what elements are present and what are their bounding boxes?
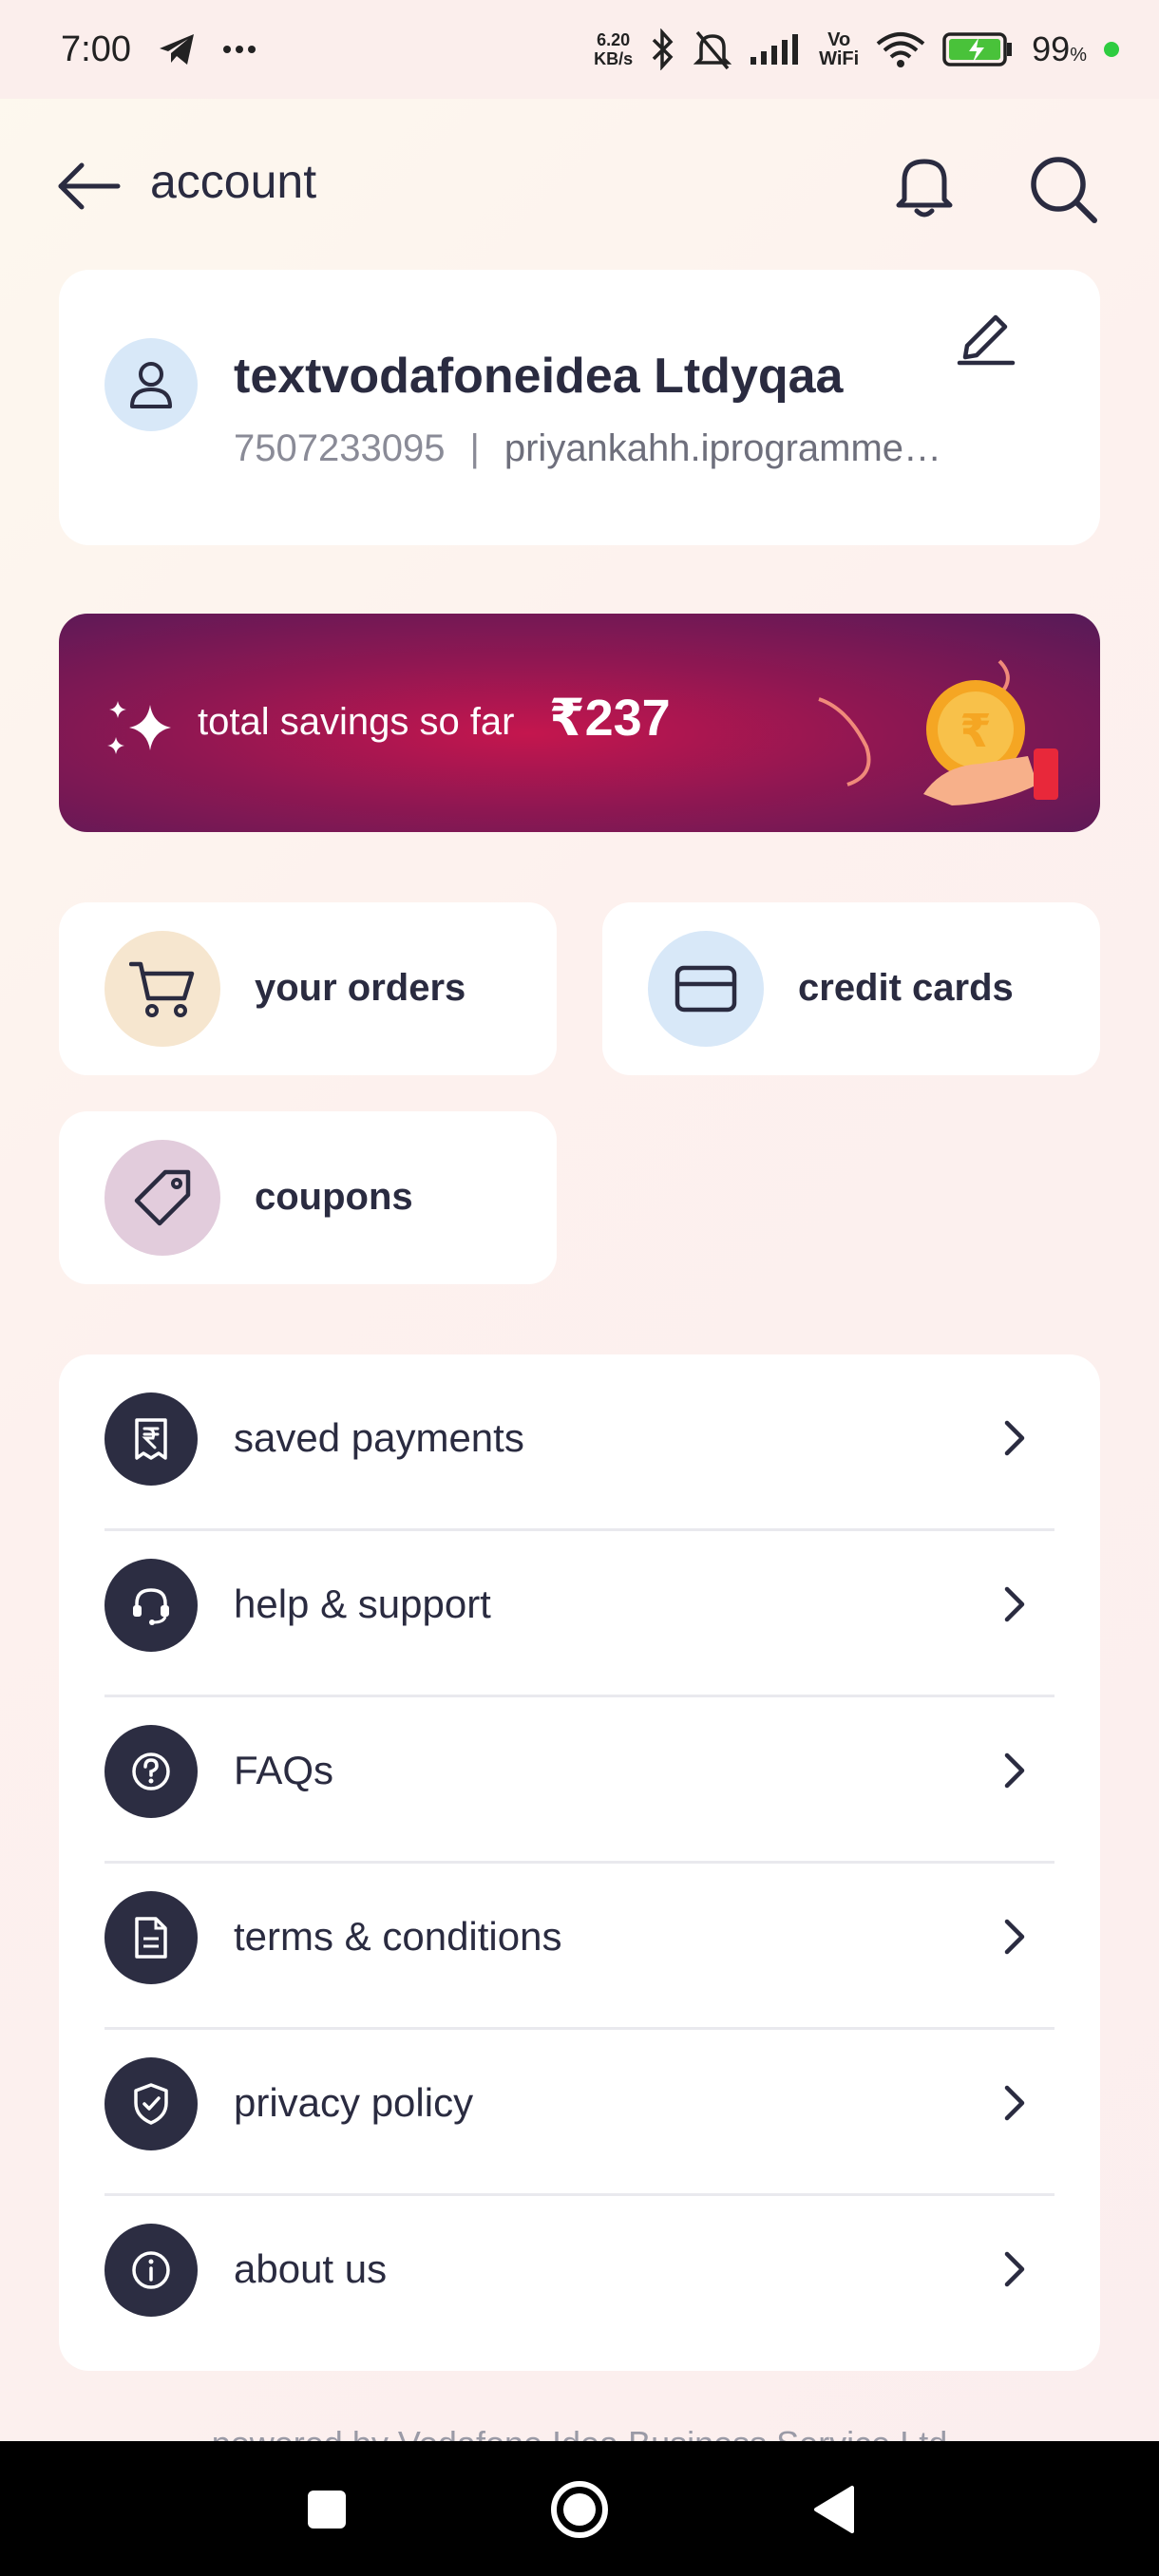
coupons-label: coupons xyxy=(255,1176,413,1218)
orders-icon-wrap xyxy=(104,931,220,1047)
menu-item-label: terms & conditions xyxy=(234,1914,562,1959)
bluetooth-icon xyxy=(652,28,674,70)
your-orders-tile[interactable]: your orders xyxy=(59,902,557,1075)
document-icon xyxy=(104,1891,198,1984)
profile-name: textvodafoneidea Ltdyqaa xyxy=(234,349,844,404)
menu-item-faqs[interactable]: FAQs xyxy=(59,1687,1100,1853)
credit-cards-tile[interactable]: credit cards xyxy=(602,902,1100,1075)
square-icon xyxy=(308,2491,346,2529)
user-icon xyxy=(130,362,172,408)
network-speed: 6.20 KB/s xyxy=(594,30,634,68)
chevron-right-icon xyxy=(1004,1586,1025,1622)
headset-icon xyxy=(104,1559,198,1652)
back-arrow-icon[interactable] xyxy=(55,160,122,213)
page-title: account xyxy=(150,155,317,208)
info-icon xyxy=(104,2224,198,2317)
menu-item-about-us[interactable]: about us xyxy=(59,2186,1100,2352)
wifi-icon xyxy=(876,32,925,67)
home-button[interactable] xyxy=(542,2472,618,2548)
more-dots-icon xyxy=(222,46,256,53)
chevron-right-icon xyxy=(1004,1420,1025,1456)
svg-text:₹: ₹ xyxy=(960,705,991,758)
sparkle-icon xyxy=(107,701,171,754)
credit-cards-label: credit cards xyxy=(798,967,1014,1009)
back-triangle-icon xyxy=(814,2486,854,2533)
search-icon[interactable] xyxy=(1026,152,1102,228)
menu-item-label: privacy policy xyxy=(234,2080,474,2125)
menu-item-privacy-policy[interactable]: privacy policy xyxy=(59,2019,1100,2186)
notification-bell-icon[interactable] xyxy=(891,152,958,220)
question-circle-icon xyxy=(104,1725,198,1818)
contact-separator: | xyxy=(469,427,480,469)
edit-pencil-icon[interactable] xyxy=(954,302,1018,367)
recents-button[interactable] xyxy=(289,2472,365,2548)
credit-card-icon-wrap xyxy=(648,931,764,1047)
coupons-tile[interactable]: coupons xyxy=(59,1111,557,1284)
savings-amount: ₹237 xyxy=(549,690,671,747)
profile-email: priyankahh.iprogramme… xyxy=(504,427,942,469)
volte-indicator: Vo WiFi xyxy=(819,29,860,69)
profile-phone: 7507233095 xyxy=(234,427,446,469)
chevron-right-icon xyxy=(1004,1752,1025,1789)
menu-item-help-support[interactable]: help & support xyxy=(59,1521,1100,1687)
system-nav-bar xyxy=(0,2441,1159,2576)
menu-item-label: about us xyxy=(234,2246,388,2291)
menu-item-label: help & support xyxy=(234,1582,491,1626)
receipt-rupee-icon xyxy=(104,1392,198,1486)
credit-card-icon xyxy=(674,965,737,1013)
profile-card[interactable]: textvodafoneidea Ltdyqaa 7507233095 | pr… xyxy=(59,270,1100,545)
avatar xyxy=(104,338,198,431)
bell-off-icon xyxy=(694,30,732,70)
your-orders-label: your orders xyxy=(255,967,466,1009)
profile-contact: 7507233095 | priyankahh.iprogramme… xyxy=(234,427,941,470)
menu-item-label: FAQs xyxy=(234,1748,334,1792)
menu-item-label: saved payments xyxy=(234,1415,524,1460)
status-bar: 7:00 6.20 KB/s Vo WiFi 99% xyxy=(0,0,1159,99)
chevron-right-icon xyxy=(1004,1919,1025,1955)
shield-check-icon xyxy=(104,2057,198,2150)
chevron-right-icon xyxy=(1004,2085,1025,2121)
battery-percent: 99% xyxy=(1032,29,1087,68)
savings-banner[interactable]: total savings so far ₹237 ₹ xyxy=(59,614,1100,832)
coupons-icon-wrap xyxy=(104,1140,220,1256)
back-button[interactable] xyxy=(796,2472,872,2548)
chevron-right-icon xyxy=(1004,2251,1025,2287)
privacy-indicator-dot xyxy=(1104,42,1119,57)
menu-item-saved-payments[interactable]: saved payments xyxy=(59,1354,1100,1521)
home-circle-icon xyxy=(551,2481,608,2538)
coin-hand-illustration: ₹ xyxy=(818,659,1058,805)
signal-icon xyxy=(750,34,799,65)
telegram-icon xyxy=(159,34,194,65)
account-menu: saved payments help & support FAQs terms… xyxy=(59,1354,1100,2371)
app-header: account xyxy=(0,133,1159,237)
tag-icon xyxy=(134,1169,191,1226)
cart-icon xyxy=(129,961,195,1017)
status-time: 7:00 xyxy=(61,28,131,69)
battery-charging-icon xyxy=(942,32,1013,66)
savings-label: total savings so far xyxy=(198,701,515,743)
menu-item-terms-conditions[interactable]: terms & conditions xyxy=(59,1853,1100,2019)
